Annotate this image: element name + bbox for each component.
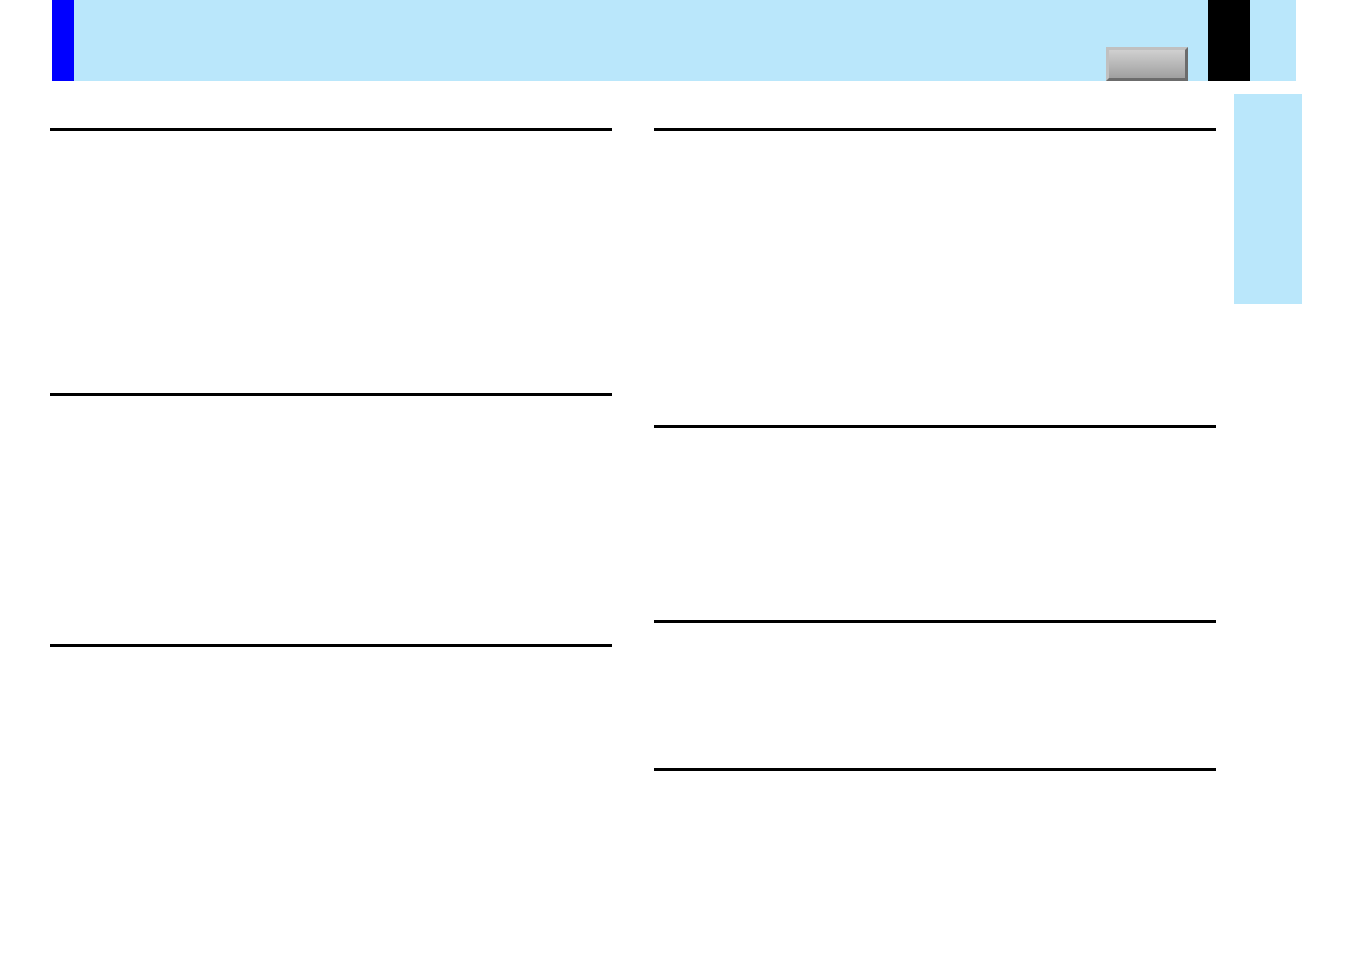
section-divider [654, 425, 1216, 428]
side-tab[interactable] [1234, 94, 1302, 304]
header-right-block [1208, 0, 1250, 81]
section-divider [654, 768, 1216, 771]
section-divider [50, 393, 612, 396]
header-accent-bar [52, 0, 74, 81]
header-button[interactable] [1106, 47, 1188, 81]
section-divider [654, 620, 1216, 623]
section-divider [50, 128, 612, 131]
section-divider [654, 128, 1216, 131]
section-divider [50, 644, 612, 647]
